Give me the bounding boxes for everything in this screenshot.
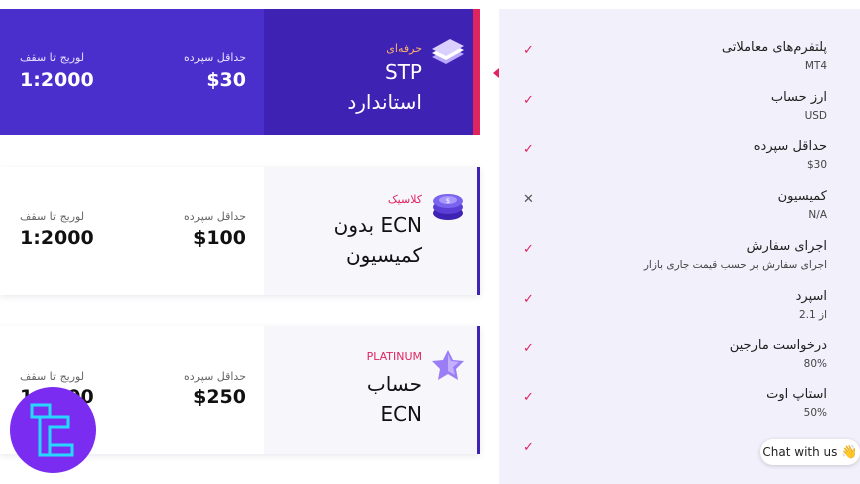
feature-title: ارز حساب (770, 90, 827, 105)
feature-title: اجرای سفارش (746, 239, 827, 254)
account-name: ECN بدون کمیسیون (334, 210, 422, 270)
account-card-stp-standard[interactable]: لوریج تا سقف 1:2000 حداقل سپرده $30 حرفه… (0, 9, 480, 135)
coins-icon: $ (433, 194, 463, 220)
check-icon: ✓ (523, 292, 534, 307)
brand-logo-mark (30, 403, 74, 457)
account-card-stats: لوریج تا سقف 1:2000 حداقل سپرده $100 (0, 167, 264, 295)
feature-value: USD (804, 110, 827, 122)
feature-value: N/A (808, 209, 827, 221)
account-name-line-1: STP (385, 60, 422, 84)
leverage-value: 1:2000 (20, 69, 94, 91)
feature-title: استاپ اوت (766, 387, 827, 402)
leverage-value: 1:2000 (20, 227, 94, 249)
feature-row: ✓ حداقل سپرده $30 (499, 139, 860, 183)
account-card-ecn-no-commission[interactable]: لوریج تا سقف 1:2000 حداقل سپرده $100 کلا… (0, 167, 480, 295)
card-edge (477, 326, 480, 454)
min-deposit-label: حداقل سپرده (184, 370, 246, 383)
stack-card-icon (432, 39, 464, 64)
check-icon: ✓ (523, 390, 534, 405)
active-card-accent (473, 9, 476, 135)
check-icon: ✓ (523, 341, 534, 356)
feature-value: $30 (806, 159, 827, 171)
feature-title: اسپرد (795, 289, 827, 304)
check-icon: ✓ (523, 242, 534, 257)
account-tier-label: حرفه‌ای (386, 42, 422, 55)
feature-title: حداقل سپرده (753, 139, 827, 154)
wave-emoji-icon: 👋 (841, 444, 858, 460)
feature-value: اجرای سفارش بر حسب قیمت جاری بازار (643, 259, 827, 271)
account-card-title-area: کلاسیک ECN بدون کمیسیون $ (264, 167, 480, 295)
account-comparison-page: لوریج تا سقف 1:2000 حداقل سپرده $30 حرفه… (0, 0, 860, 484)
account-name: STP استاندارد (347, 57, 422, 117)
min-deposit-label: حداقل سپرده (184, 210, 246, 223)
check-icon: ✓ (523, 93, 534, 108)
chat-label: Chat with us (762, 445, 838, 459)
account-card-title-area: حرفه‌ای STP استاندارد (264, 9, 480, 135)
cross-icon: ✕ (523, 192, 534, 207)
feature-row: ✕ کمیسیون N/A (499, 189, 860, 233)
svg-text:$: $ (446, 197, 450, 205)
feature-value: از 2.1 (798, 309, 827, 321)
feature-row: ✓ اسپرد از 2.1 (499, 289, 860, 333)
min-deposit-value: $250 (193, 386, 246, 408)
account-name-line-1: حساب (366, 372, 422, 396)
account-features-panel: ✓ پلتفرم‌های معاملاتی MT4 ✓ ارز حساب USD… (499, 9, 860, 484)
account-tier-label: PLATINUM (366, 350, 422, 363)
active-card-edge (476, 9, 480, 135)
brand-logo (10, 387, 96, 473)
min-deposit-label: حداقل سپرده (184, 51, 246, 64)
account-card-stats: لوریج تا سقف 1:2000 حداقل سپرده $30 (0, 9, 264, 135)
feature-value: 80% (803, 358, 827, 370)
check-icon: ✓ (523, 43, 534, 58)
feature-row: ✓ ارز حساب USD (499, 90, 860, 134)
check-icon: ✓ (523, 440, 534, 455)
chat-with-us-button[interactable]: Chat with us 👋 (760, 439, 860, 465)
account-card-title-area: PLATINUM حساب ECN (264, 326, 480, 454)
feature-row: ✓ اجرای سفارش اجرای سفارش بر حسب قیمت جا… (499, 239, 860, 283)
feature-title: درخواست مارجین (729, 338, 827, 353)
feature-row: ✓ درخواست مارجین 80% (499, 338, 860, 382)
account-name: حساب ECN (367, 369, 422, 429)
leverage-label: لوریج تا سقف (20, 210, 85, 223)
feature-title: کمیسیون (777, 189, 827, 204)
account-name-line-1: ECN بدون (333, 213, 422, 237)
leverage-label: لوریج تا سقف (20, 370, 85, 383)
feature-row: ✓ پلتفرم‌های معاملاتی MT4 (499, 40, 860, 84)
account-tier-label: کلاسیک (387, 193, 422, 206)
card-edge (477, 167, 480, 295)
feature-value: 50% (803, 407, 827, 419)
account-name-line-2: ECN (380, 402, 422, 426)
feature-title: پلتفرم‌های معاملاتی (721, 40, 827, 55)
check-icon: ✓ (523, 142, 534, 157)
account-name-line-2: کمیسیون (345, 243, 422, 267)
leverage-label: لوریج تا سقف (20, 51, 85, 64)
feature-row: ✓ استاپ اوت 50% (499, 387, 860, 431)
min-deposit-value: $100 (193, 227, 246, 249)
account-name-line-2: استاندارد (347, 90, 422, 114)
feature-value: MT4 (804, 60, 827, 72)
star-icon (432, 350, 464, 380)
min-deposit-value: $30 (206, 69, 246, 91)
